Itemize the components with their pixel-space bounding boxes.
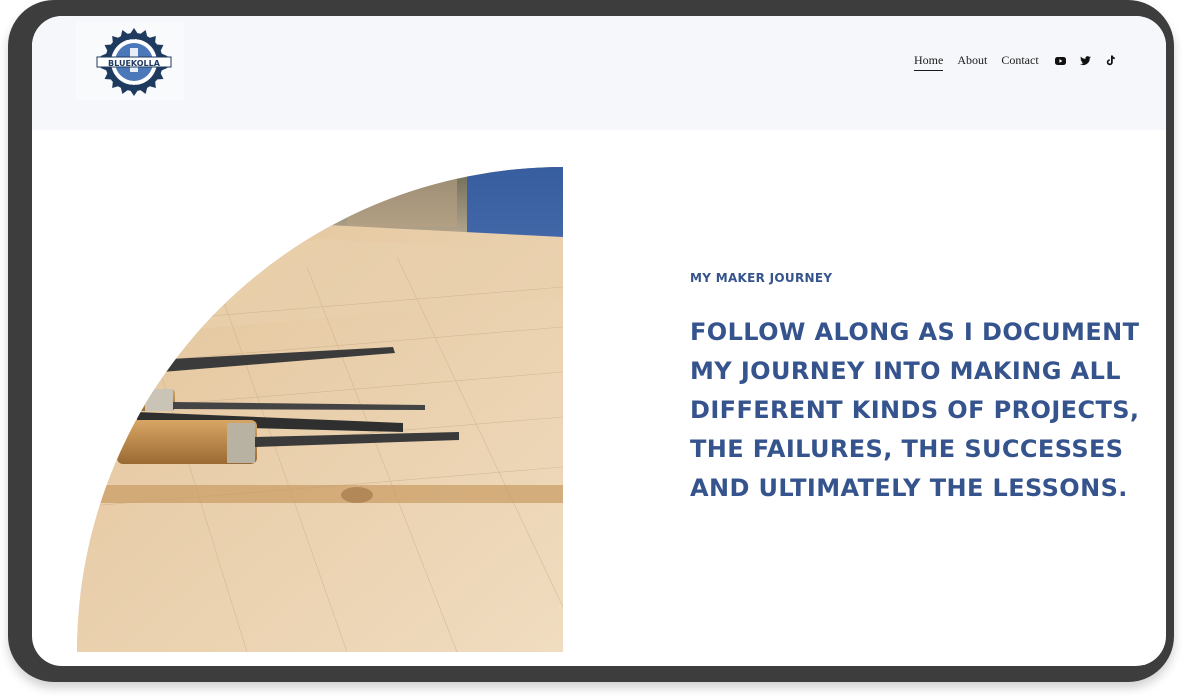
logo-year-text: ESTD 2022 [125,84,143,88]
site-header: BLUEKOLLA MAKER OF THINGS ESTD 2022 Home… [32,16,1166,130]
nav-about-link[interactable]: About [957,53,987,71]
tiktok-icon[interactable] [1104,54,1117,67]
logo-ring-text: MAKER OF THINGS [119,37,149,41]
logo-wordmark: BLUEKOLLA [108,59,161,68]
nav-home-link[interactable]: Home [914,53,944,71]
youtube-icon[interactable] [1054,54,1067,67]
hero-image [77,167,563,652]
saw-blade-logo-icon: BLUEKOLLA MAKER OF THINGS ESTD 2022 [96,28,172,96]
browser-viewport: BLUEKOLLA MAKER OF THINGS ESTD 2022 Home… [32,16,1166,666]
hero-eyebrow: My Maker Journey [690,271,833,285]
hero-headline: Follow along as I document my journey in… [690,318,1140,502]
device-frame: BLUEKOLLA MAKER OF THINGS ESTD 2022 Home… [8,0,1174,682]
nav-contact-link[interactable]: Contact [1001,53,1038,71]
twitter-icon[interactable] [1079,54,1092,67]
main-nav: Home About Contact [914,53,1039,71]
site-logo[interactable]: BLUEKOLLA MAKER OF THINGS ESTD 2022 [76,22,184,100]
social-links [1054,54,1117,67]
